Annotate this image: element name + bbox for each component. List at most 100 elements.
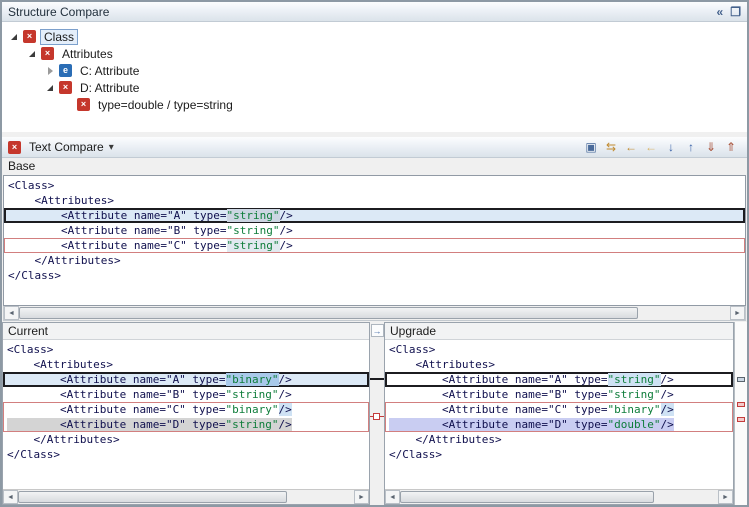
restore-icon[interactable]: ❐ bbox=[730, 5, 741, 19]
code-line[interactable]: <Attribute name="B" type="string"/> bbox=[4, 223, 745, 238]
code-line[interactable]: <Attribute name="A" type="string"/> bbox=[4, 208, 745, 223]
scrollbar-thumb[interactable] bbox=[18, 491, 287, 503]
code-segment: /> bbox=[661, 418, 674, 431]
tree-item[interactable]: ×D: Attribute bbox=[2, 79, 747, 96]
code-line[interactable]: <Attribute name="A" type="string"/> bbox=[385, 372, 733, 387]
scroll-left-button[interactable]: ◄ bbox=[4, 306, 19, 320]
conflict-marker[interactable] bbox=[737, 417, 745, 422]
code-segment: <Attribute name="C" type= bbox=[8, 239, 227, 252]
tree-item-label: D: Attribute bbox=[76, 80, 143, 96]
merge-direction-icon[interactable]: → bbox=[371, 324, 384, 337]
tree-item-label: Attributes bbox=[58, 46, 117, 62]
tree-item[interactable]: ×Class bbox=[2, 28, 747, 45]
copy-current-right-to-left-icon[interactable]: ← bbox=[621, 139, 641, 156]
expanded-expander-icon[interactable] bbox=[10, 32, 20, 42]
tree-item[interactable]: × type=double / type=string bbox=[2, 96, 747, 113]
next-difference-icon[interactable]: ↓ bbox=[661, 139, 681, 156]
previous-difference-icon[interactable]: ↑ bbox=[681, 139, 701, 156]
structure-compare-header: Structure Compare « ❐ bbox=[2, 2, 747, 22]
upgrade-pane: Upgrade <Class> <Attributes> <Attribute … bbox=[384, 322, 734, 505]
code-line[interactable]: <Attributes> bbox=[385, 357, 733, 372]
code-line[interactable]: <Class> bbox=[385, 342, 733, 357]
code-segment: <Attributes> bbox=[389, 358, 495, 371]
selected-diff-marker[interactable] bbox=[737, 377, 745, 382]
code-segment: <Attribute name="D" type= bbox=[7, 418, 226, 431]
code-line[interactable]: </Attributes> bbox=[385, 432, 733, 447]
code-line[interactable]: <Class> bbox=[4, 178, 745, 193]
scroll-left-button[interactable]: ◄ bbox=[3, 490, 18, 504]
next-change-icon[interactable]: ⇓ bbox=[701, 139, 721, 156]
copy-current-left-to-right-icon[interactable]: ← bbox=[641, 139, 661, 156]
previous-change-icon[interactable]: ⇑ bbox=[721, 139, 741, 156]
scroll-right-button[interactable]: ► bbox=[354, 490, 369, 504]
base-code[interactable]: <Class> <Attributes> <Attribute name="A"… bbox=[3, 175, 746, 306]
tree-item[interactable]: × Attributes bbox=[2, 45, 747, 62]
code-line[interactable]: <Attribute name="C" type="binary"/> bbox=[385, 402, 733, 417]
code-line[interactable]: </Class> bbox=[4, 268, 745, 283]
code-line[interactable]: <Attribute name="C" type="string"/> bbox=[4, 238, 745, 253]
copy-all-right-to-left-icon[interactable]: ⇆ bbox=[601, 139, 621, 156]
tree-item[interactable]: e C: Attribute bbox=[2, 62, 747, 79]
code-segment: "string" bbox=[227, 224, 280, 237]
base-pane-label: Base bbox=[2, 158, 35, 175]
compare-editor-window: Structure Compare « ❐ ×Class×Attributese… bbox=[0, 0, 749, 507]
current-code[interactable]: <Class> <Attributes> <Attribute name="A"… bbox=[3, 340, 369, 489]
current-pane: Current <Class> <Attributes> <Attribute … bbox=[2, 322, 370, 505]
conflict-icon: × bbox=[77, 98, 90, 111]
conflict-icon: × bbox=[41, 47, 54, 60]
current-hscrollbar[interactable]: ◄ ► bbox=[3, 489, 369, 504]
code-segment: /> bbox=[279, 418, 292, 431]
toggle-ancestor-pane-icon[interactable]: ▣ bbox=[581, 139, 601, 156]
scrollbar-track[interactable] bbox=[19, 306, 730, 320]
code-line[interactable]: <Attribute name="C" type="binary"/> bbox=[3, 402, 369, 417]
code-segment: </Class> bbox=[389, 448, 442, 461]
code-line[interactable]: </Class> bbox=[3, 447, 369, 462]
scroll-right-button[interactable]: ► bbox=[718, 490, 733, 504]
expanded-expander-icon[interactable] bbox=[28, 49, 38, 59]
scroll-left-button[interactable]: ◄ bbox=[385, 490, 400, 504]
code-line[interactable]: </Class> bbox=[385, 447, 733, 462]
code-segment: "string" bbox=[227, 209, 280, 222]
code-segment: </Class> bbox=[8, 269, 61, 282]
scroll-right-button[interactable]: ► bbox=[730, 306, 745, 320]
overview-ruler[interactable] bbox=[734, 322, 747, 505]
code-segment: /> bbox=[661, 373, 674, 386]
scrollbar-thumb[interactable] bbox=[19, 307, 638, 319]
upgrade-code[interactable]: <Class> <Attributes> <Attribute name="A"… bbox=[385, 340, 733, 489]
expanded-expander-icon[interactable] bbox=[46, 83, 56, 93]
tree-item-label: C: Attribute bbox=[76, 63, 143, 79]
dropdown-caret-icon[interactable]: ▾ bbox=[109, 142, 114, 153]
element-icon: e bbox=[59, 64, 72, 77]
text-compare-toolbar: ▣⇆←←↓↑⇓⇑ bbox=[581, 139, 741, 156]
code-segment: "double" bbox=[608, 418, 661, 431]
code-line[interactable]: <Attribute name="A" type="binary"/> bbox=[3, 372, 369, 387]
code-line[interactable]: <Attribute name="D" type="string"/> bbox=[3, 417, 369, 432]
code-line[interactable]: <Class> bbox=[3, 342, 369, 357]
code-segment: <Attribute name="C" type= bbox=[7, 403, 226, 416]
scrollbar-track[interactable] bbox=[18, 490, 354, 504]
code-line[interactable]: </Attributes> bbox=[3, 432, 369, 447]
base-hscrollbar[interactable]: ◄ ► bbox=[3, 306, 746, 321]
scrollbar-track[interactable] bbox=[400, 490, 718, 504]
code-segment: <Attribute name="B" type= bbox=[389, 388, 608, 401]
conflict-marker[interactable] bbox=[737, 402, 745, 407]
code-line[interactable]: </Attributes> bbox=[4, 253, 745, 268]
code-segment: </Attributes> bbox=[8, 254, 121, 267]
code-line[interactable]: <Attribute name="B" type="string"/> bbox=[385, 387, 733, 402]
code-line[interactable]: <Attributes> bbox=[3, 357, 369, 372]
collapse-icon[interactable]: « bbox=[717, 5, 724, 19]
text-compare-header: × Text Compare ▾ ▣⇆←←↓↑⇓⇑ bbox=[2, 137, 747, 158]
code-segment: "binary" bbox=[608, 403, 661, 416]
code-segment: "string" bbox=[608, 388, 661, 401]
upgrade-hscrollbar[interactable]: ◄ ► bbox=[385, 489, 733, 504]
conflict-resolve-handle[interactable] bbox=[373, 413, 380, 420]
scrollbar-thumb[interactable] bbox=[400, 491, 654, 503]
code-line[interactable]: <Attributes> bbox=[4, 193, 745, 208]
code-segment: "string" bbox=[227, 239, 280, 252]
structure-tree[interactable]: ×Class×AttributeseC: Attribute×D: Attrib… bbox=[2, 22, 747, 132]
tree-item-label: type=double / type=string bbox=[94, 97, 237, 113]
selected-diff-connector[interactable] bbox=[370, 378, 384, 380]
code-line[interactable]: <Attribute name="D" type="double"/> bbox=[385, 417, 733, 432]
code-line[interactable]: <Attribute name="B" type="string"/> bbox=[3, 387, 369, 402]
collapsed-expander-icon[interactable] bbox=[46, 66, 56, 76]
